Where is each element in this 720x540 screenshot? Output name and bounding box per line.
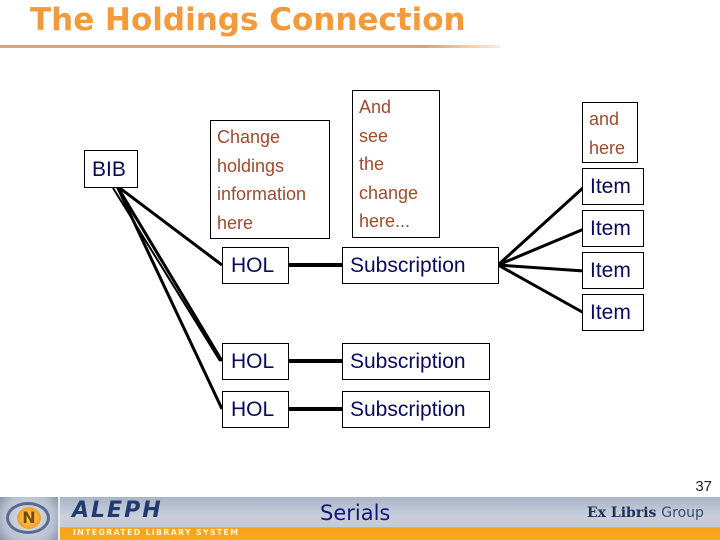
- item-node: Item: [582, 168, 644, 205]
- bib-label: BIB: [92, 158, 126, 181]
- subscription-node: Subscription: [342, 391, 490, 428]
- item-label: Item: [590, 301, 631, 324]
- company-logo: Ex Libris Group: [587, 505, 704, 521]
- product-tagline: INTEGRATED LIBRARY SYSTEM: [73, 528, 240, 537]
- item-label: Item: [590, 259, 631, 282]
- link-sub-item-2: [497, 227, 585, 267]
- link-sub-item-4: [497, 263, 585, 315]
- item-label: Item: [590, 175, 631, 198]
- hol-node: HOL: [222, 391, 289, 428]
- hol-label: HOL: [231, 254, 275, 277]
- holdings-note: Change holdings information here: [210, 120, 330, 239]
- note-line: see: [359, 125, 389, 146]
- note-line: change: [359, 182, 419, 203]
- note-line: the: [359, 154, 385, 174]
- logo-glyph: N: [17, 507, 41, 529]
- footer-separator: [58, 497, 60, 540]
- item-node: Item: [582, 210, 644, 247]
- subscription-label: Subscription: [350, 398, 466, 421]
- hol-label: HOL: [231, 398, 275, 421]
- hol-node: HOL: [222, 343, 289, 380]
- subscription-node: Subscription: [342, 247, 499, 284]
- note-line: here: [217, 212, 254, 233]
- items-note: and here: [582, 102, 638, 163]
- company-suffix: Group: [661, 505, 704, 521]
- link-sub-item-3: [497, 263, 585, 273]
- subscription-note: And see the change here...: [352, 90, 440, 238]
- subscription-label: Subscription: [350, 350, 466, 373]
- note-line: and: [589, 109, 620, 129]
- note-line: here: [589, 137, 626, 158]
- product-name: ALEPH: [72, 498, 163, 523]
- link-sub-item-1: [496, 185, 586, 267]
- bib-node: BIB: [84, 150, 138, 188]
- note-line: here...: [359, 211, 411, 231]
- footer-banner: N ALEPH INTEGRATED LIBRARY SYSTEM Serial…: [0, 497, 720, 540]
- aleph-logo-icon: N: [0, 497, 58, 540]
- item-label: Item: [590, 217, 631, 240]
- note-line: information: [217, 184, 307, 204]
- note-line: And: [359, 97, 392, 117]
- note-line: holdings: [217, 155, 285, 176]
- item-node: Item: [582, 252, 644, 289]
- note-line: Change: [217, 127, 281, 147]
- subscription-node: Subscription: [342, 343, 490, 380]
- company-name: Ex Libris: [587, 505, 657, 521]
- hol-node: HOL: [222, 247, 289, 284]
- link-bib-hol-3: [115, 185, 224, 410]
- page-number: 37: [695, 478, 712, 495]
- item-node: Item: [582, 294, 644, 331]
- section-label: Serials: [320, 501, 391, 525]
- hol-label: HOL: [231, 350, 275, 373]
- link-bib-hol-1: [116, 184, 223, 267]
- subscription-label: Subscription: [350, 254, 466, 277]
- link-bib-hol-2: [115, 185, 224, 362]
